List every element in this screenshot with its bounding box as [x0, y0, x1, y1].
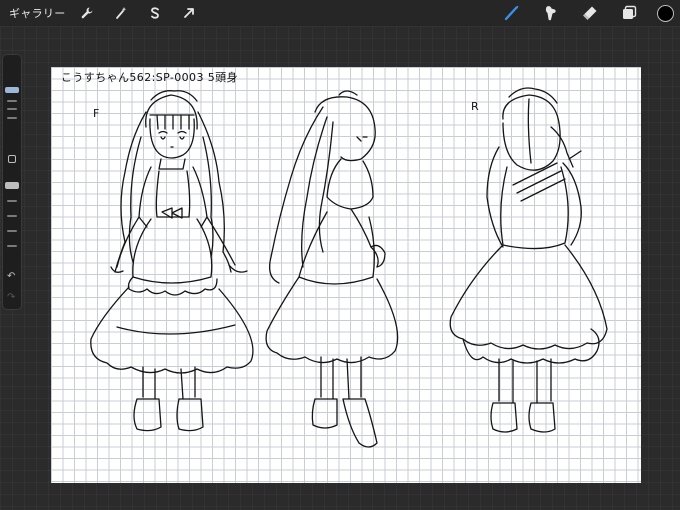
undo-icon[interactable]: ↶ — [7, 272, 15, 282]
magic-wand-icon[interactable] — [110, 2, 132, 24]
opacity-track — [7, 230, 17, 232]
top-toolbar: ギャラリー — [0, 0, 680, 26]
opacity-slider-handle[interactable] — [5, 182, 19, 189]
wrench-icon[interactable] — [76, 2, 98, 24]
color-picker-swatch[interactable] — [657, 4, 674, 22]
brush-size-slider-handle[interactable] — [5, 87, 19, 93]
drawing-canvas[interactable]: こうすちゃん562:SP-0003 5頭身 F R — [51, 67, 641, 483]
smudge-icon[interactable] — [540, 2, 562, 24]
right-toolbar — [501, 0, 680, 26]
brush-size-track — [7, 100, 17, 102]
modify-button[interactable] — [8, 155, 16, 163]
transform-arrow-icon[interactable] — [178, 2, 200, 24]
layers-icon[interactable] — [618, 2, 640, 24]
character-sketch — [90, 87, 608, 448]
front-figure — [90, 90, 254, 432]
redo-icon[interactable]: ↷ — [7, 293, 15, 303]
left-sidebar: ↶ ↷ — [2, 54, 22, 310]
brush-size-track — [7, 117, 17, 119]
gallery-button[interactable]: ギャラリー — [9, 5, 66, 21]
opacity-track — [7, 200, 17, 202]
brush-size-track — [7, 108, 17, 110]
opacity-track — [7, 215, 17, 217]
opacity-track — [7, 245, 17, 247]
side-figure — [265, 90, 399, 448]
back-figure — [449, 87, 608, 433]
eraser-icon[interactable] — [579, 2, 601, 24]
brush-icon[interactable] — [501, 2, 523, 24]
selection-s-icon[interactable] — [144, 2, 166, 24]
